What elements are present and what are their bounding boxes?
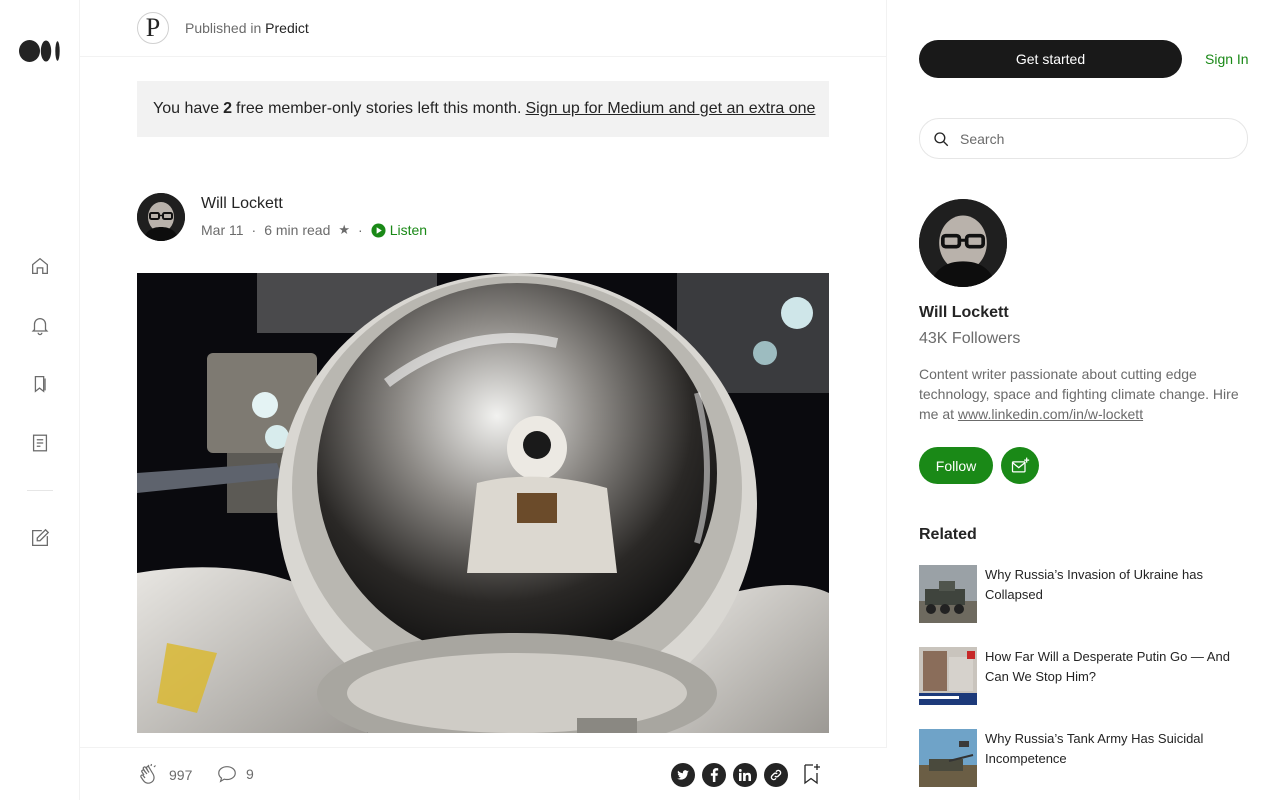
bio-link[interactable]: www.linkedin.com/in/w-lockett	[958, 406, 1143, 422]
clap-count: 997	[169, 767, 193, 783]
meta-separator: ·	[358, 222, 363, 238]
article-meta: Mar 11 · 6 min read ★ · Listen	[201, 222, 427, 238]
banner-text-before: You have	[153, 100, 220, 117]
banner-text-after: free member-only stories left this month…	[236, 100, 522, 117]
related-title: Why Russia’s Tank Army Has Suicidal Inco…	[985, 731, 1204, 766]
stories-icon[interactable]	[28, 431, 52, 455]
listen-label: Listen	[389, 222, 428, 238]
member-only-star-icon: ★	[338, 222, 351, 237]
response-count: 9	[246, 766, 254, 782]
write-icon[interactable]	[28, 526, 52, 550]
author-bio: Content writer passionate about cutting …	[919, 364, 1249, 424]
lists-icon[interactable]	[28, 372, 52, 396]
read-time: 6 min read	[264, 222, 331, 238]
author-avatar[interactable]	[137, 193, 185, 241]
clap-icon	[140, 763, 156, 784]
signup-link[interactable]: Sign up for Medium and get an extra one	[525, 100, 815, 118]
right-sidebar: Get started Sign In Will Lockett 43K Fol…	[887, 0, 1280, 800]
listen-button[interactable]: Listen	[371, 222, 427, 238]
author-name[interactable]: Will Lockett	[201, 195, 283, 213]
search-box[interactable]	[919, 118, 1248, 159]
link-icon[interactable]	[764, 763, 788, 787]
linkedin-icon[interactable]	[733, 763, 757, 787]
meta-separator: ·	[251, 222, 257, 238]
mail-plus-icon	[1011, 457, 1030, 472]
subscribe-button[interactable]	[1001, 447, 1039, 484]
related-item[interactable]: How Far Will a Desperate Putin Go — And …	[919, 647, 1249, 705]
author-profile-avatar[interactable]	[919, 199, 1007, 287]
related-title: How Far Will a Desperate Putin Go — And …	[985, 649, 1230, 684]
banner-count: 2	[223, 100, 233, 117]
bookmark-add-icon[interactable]	[799, 762, 823, 786]
twitter-icon[interactable]	[671, 763, 695, 787]
nav-divider	[27, 490, 53, 491]
publication-prefix: Published in	[185, 20, 262, 36]
publication-info: Published in Predict	[185, 20, 309, 36]
related-item[interactable]: Why Russia’s Invasion of Ukraine has Col…	[919, 565, 1249, 623]
member-stories-banner: You have 2 free member-only stories left…	[137, 81, 829, 137]
related-thumbnail	[919, 647, 977, 705]
hero-image-astronaut-helmet	[137, 273, 829, 733]
get-started-button[interactable]: Get started	[919, 40, 1182, 78]
related-heading: Related	[919, 526, 977, 543]
responses-button[interactable]: 9	[216, 763, 254, 785]
related-thumbnail	[919, 565, 977, 623]
article-action-bar: 997 9	[80, 747, 887, 800]
article-column: P Published in Predict You have 2 free m…	[80, 0, 887, 800]
related-thumbnail	[919, 729, 977, 787]
sign-in-link[interactable]: Sign In	[1205, 51, 1249, 67]
follow-button[interactable]: Follow	[919, 447, 993, 484]
publish-date: Mar 11	[201, 222, 244, 238]
home-icon[interactable]	[28, 254, 52, 278]
related-item[interactable]: Why Russia’s Tank Army Has Suicidal Inco…	[919, 729, 1249, 787]
clap-button[interactable]: 997	[137, 763, 192, 787]
play-icon	[371, 222, 386, 238]
comment-icon	[218, 766, 236, 783]
search-input[interactable]	[960, 130, 1220, 147]
publication-logo[interactable]: P	[137, 12, 169, 44]
follower-count[interactable]: 43K Followers	[919, 330, 1020, 348]
facebook-icon[interactable]	[702, 763, 726, 787]
profile-name[interactable]: Will Lockett	[919, 304, 1009, 322]
publication-name[interactable]: Predict	[265, 20, 309, 36]
left-nav-rail	[0, 0, 80, 800]
medium-logo[interactable]	[19, 40, 61, 62]
publication-bar: P Published in Predict	[80, 0, 887, 57]
related-title: Why Russia’s Invasion of Ukraine has Col…	[985, 567, 1203, 602]
notifications-icon[interactable]	[28, 313, 52, 337]
search-icon	[934, 131, 949, 146]
